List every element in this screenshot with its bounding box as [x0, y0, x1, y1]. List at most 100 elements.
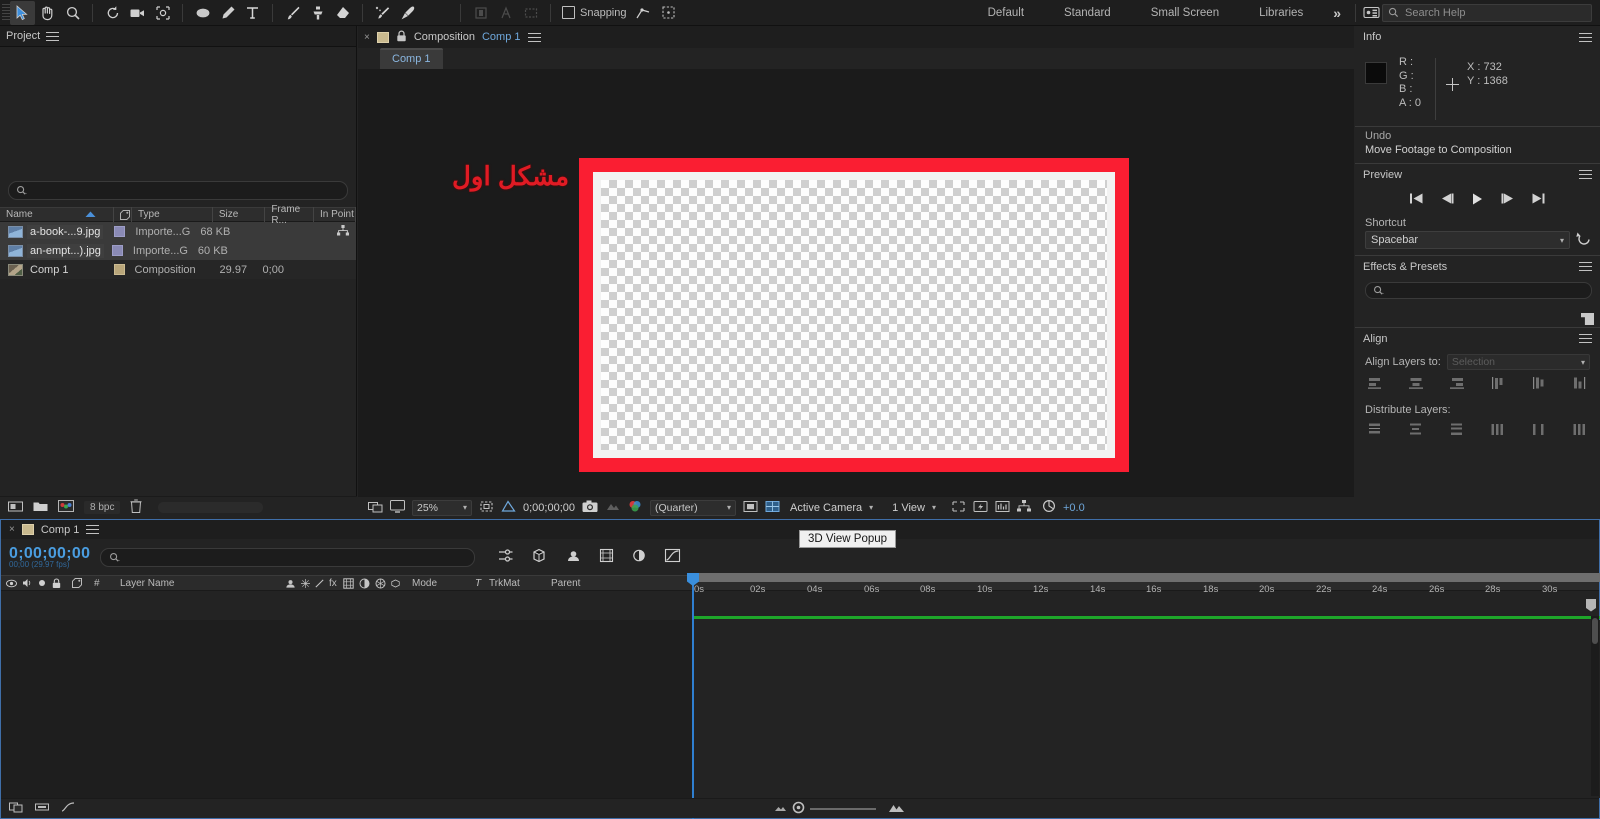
mode-column-header[interactable]: Mode — [400, 575, 470, 591]
camera-tool[interactable] — [125, 1, 150, 25]
rotation-tool[interactable] — [100, 1, 125, 25]
column-name[interactable]: Name — [0, 207, 114, 222]
composition-flowchart-icon[interactable] — [1017, 500, 1031, 515]
zoom-in-icon[interactable] — [888, 802, 905, 816]
draft-3d-icon[interactable] — [531, 548, 548, 566]
next-frame-button[interactable] — [1500, 192, 1515, 208]
effects-header-icon[interactable]: fx — [324, 575, 338, 591]
search-help-input[interactable]: Search Help — [1382, 3, 1592, 22]
preview-panel-menu-icon[interactable] — [1579, 170, 1592, 179]
snapping-toggle[interactable]: Snapping — [558, 6, 631, 19]
lock-icon[interactable] — [396, 30, 407, 45]
always-preview-icon[interactable] — [390, 499, 405, 516]
timeline-ruler[interactable]: 0s 02s 04s 06s 08s 10s 12s 14s 16s 18s 2… — [692, 573, 1600, 599]
motion-blur-header-icon[interactable] — [354, 575, 370, 591]
hand-tool[interactable] — [35, 1, 60, 25]
hide-shy-layers-icon[interactable] — [565, 548, 582, 566]
tab-comp-1[interactable]: Comp 1 — [380, 48, 443, 69]
delete-icon[interactable] — [130, 499, 142, 516]
show-snapshot-icon[interactable] — [605, 500, 620, 516]
workspace-libraries[interactable]: Libraries — [1239, 7, 1323, 19]
resolution-dropdown[interactable]: (Quarter) ▾ — [650, 499, 736, 516]
column-frame-rate[interactable]: Frame R... — [265, 204, 314, 226]
toggle-switches-modes-icon[interactable] — [9, 801, 23, 816]
chevron-down-icon[interactable]: ▾ — [932, 503, 936, 512]
zoom-slider-knob[interactable] — [792, 801, 805, 817]
table-row[interactable]: an-empt...).jpg Importe...G 60 KB — [0, 241, 356, 260]
graph-editor-toggle-icon[interactable] — [61, 801, 75, 816]
enable-motion-blur-icon[interactable] — [631, 548, 647, 566]
last-frame-button[interactable] — [1531, 192, 1546, 208]
timeline-panel-menu-icon[interactable] — [86, 525, 100, 534]
column-size[interactable]: Size — [213, 207, 266, 222]
shortcut-dropdown[interactable]: Spacebar ▾ — [1365, 231, 1570, 249]
adjustment-layer-header-icon[interactable] — [370, 575, 386, 591]
toggle-mask-paths-icon[interactable] — [743, 500, 758, 516]
distribute-left-button[interactable] — [1490, 422, 1506, 439]
scrollbar-thumb[interactable] — [1592, 618, 1598, 644]
align-horizontal-center-button[interactable] — [1408, 376, 1424, 393]
workspace-overflow-icon[interactable]: » — [1323, 5, 1351, 21]
timeline-tab-name[interactable]: Comp 1 — [41, 524, 80, 536]
close-icon[interactable]: × — [9, 524, 15, 535]
timeline-chart-icon[interactable] — [995, 500, 1010, 516]
enable-frame-blending-icon[interactable] — [599, 548, 614, 566]
timeline-search-input[interactable] — [100, 547, 476, 567]
project-item-name[interactable]: an-empt...).jpg — [27, 243, 104, 258]
3d-layer-header-icon[interactable] — [386, 575, 400, 591]
quality-header-icon[interactable] — [310, 575, 324, 591]
align-top-button[interactable] — [1490, 376, 1506, 393]
snap-bbox-icon[interactable] — [656, 1, 681, 25]
distribute-vertical-center-button[interactable] — [1408, 422, 1424, 439]
bit-depth-label[interactable]: 8 bpc — [84, 501, 121, 514]
current-time-value[interactable]: 0;00;00;00 — [523, 502, 575, 514]
distribute-right-button[interactable] — [1572, 422, 1588, 439]
mask-dim-icon[interactable] — [518, 1, 543, 25]
workspace-menu-icon[interactable] — [1360, 1, 1382, 25]
view-layout-value[interactable]: 1 View — [892, 502, 925, 514]
distribute-bottom-button[interactable] — [1449, 422, 1465, 439]
effects-presets-menu-icon[interactable] — [1579, 262, 1592, 271]
distribute-horizontal-center-button[interactable] — [1531, 422, 1547, 439]
workspace-small-screen[interactable]: Small Screen — [1131, 7, 1239, 19]
project-panel-menu-icon[interactable] — [46, 31, 60, 41]
composition-mini-flowchart-icon[interactable] — [497, 548, 514, 566]
new-folder-icon[interactable] — [8, 500, 23, 515]
layer-number-header[interactable]: # — [89, 575, 115, 591]
snapping-checkbox[interactable] — [562, 6, 575, 19]
label-color-header-icon[interactable] — [67, 575, 89, 591]
brush-tool[interactable] — [280, 1, 305, 25]
zoom-level-dropdown[interactable]: 25% ▾ — [412, 499, 472, 516]
folder-icon[interactable] — [33, 500, 48, 515]
label-swatch[interactable] — [113, 264, 125, 275]
playhead[interactable] — [687, 573, 699, 819]
effects-presets-search-input[interactable] — [1365, 282, 1592, 299]
new-folder-corner-icon[interactable] — [1581, 313, 1594, 325]
transparency-grid-icon[interactable] — [501, 499, 516, 516]
composition-viewer[interactable]: مشکل اول — [358, 69, 1354, 497]
align-vertical-center-button[interactable] — [1531, 376, 1547, 393]
exposure-value[interactable]: +0.0 — [1063, 502, 1085, 514]
zoom-tool[interactable] — [60, 1, 85, 25]
chevron-down-icon[interactable]: ▾ — [869, 503, 873, 512]
table-row[interactable]: Comp 1 Composition 29.97 0;00 — [0, 260, 356, 279]
align-right-button[interactable] — [1449, 376, 1465, 393]
first-frame-button[interactable] — [1409, 192, 1424, 208]
work-area-bar[interactable] — [692, 573, 1600, 582]
align-panel-menu-icon[interactable] — [1579, 334, 1592, 343]
reset-shortcut-icon[interactable] — [1576, 231, 1592, 249]
project-item-name[interactable]: a-book-...9.jpg — [27, 224, 104, 239]
align-bottom-button[interactable] — [1572, 376, 1588, 393]
anchor-point-tool[interactable] — [150, 1, 175, 25]
label-swatch[interactable] — [111, 245, 123, 256]
graph-editor-icon[interactable] — [664, 548, 681, 566]
close-icon[interactable]: × — [364, 32, 370, 43]
info-panel-menu-icon[interactable] — [1579, 32, 1592, 42]
align-left-dim-icon[interactable] — [468, 1, 493, 25]
frame-blending-header-icon[interactable] — [338, 575, 354, 591]
distribute-top-button[interactable] — [1367, 422, 1383, 439]
workspace-standard[interactable]: Standard — [1044, 7, 1131, 19]
align-layers-to-dropdown[interactable]: Selection ▾ — [1446, 354, 1590, 370]
collapse-transformations-icon[interactable] — [296, 575, 310, 591]
selection-tool[interactable] — [10, 0, 35, 25]
